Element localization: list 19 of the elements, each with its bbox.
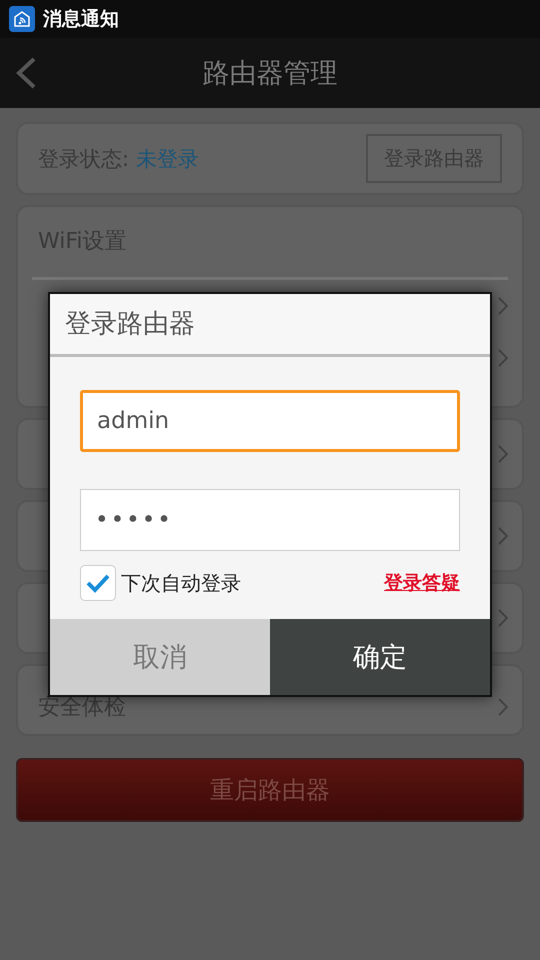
auto-login-label: 下次自动登录 <box>121 570 242 596</box>
chevron-icon <box>498 609 508 627</box>
chevron-icon <box>498 698 508 716</box>
chevron-icon <box>498 527 508 545</box>
dialog-title: 登录路由器 <box>50 294 490 357</box>
back-icon[interactable] <box>15 57 37 89</box>
confirm-button[interactable]: 确定 <box>270 619 490 695</box>
notification-title: 消息通知 <box>43 7 119 32</box>
chevron-icon <box>498 297 508 315</box>
chevron-icon <box>498 349 508 367</box>
chevron-icon <box>498 445 508 463</box>
auto-login-checkbox[interactable] <box>80 565 116 601</box>
password-field[interactable]: ••••• <box>80 489 460 551</box>
check-icon <box>85 572 111 594</box>
cancel-button[interactable]: 取消 <box>50 619 270 695</box>
login-help-link[interactable]: 登录答疑 <box>384 570 460 596</box>
router-app-icon <box>9 6 35 32</box>
username-field[interactable]: admin <box>80 390 460 452</box>
page-title: 路由器管理 <box>202 57 338 91</box>
